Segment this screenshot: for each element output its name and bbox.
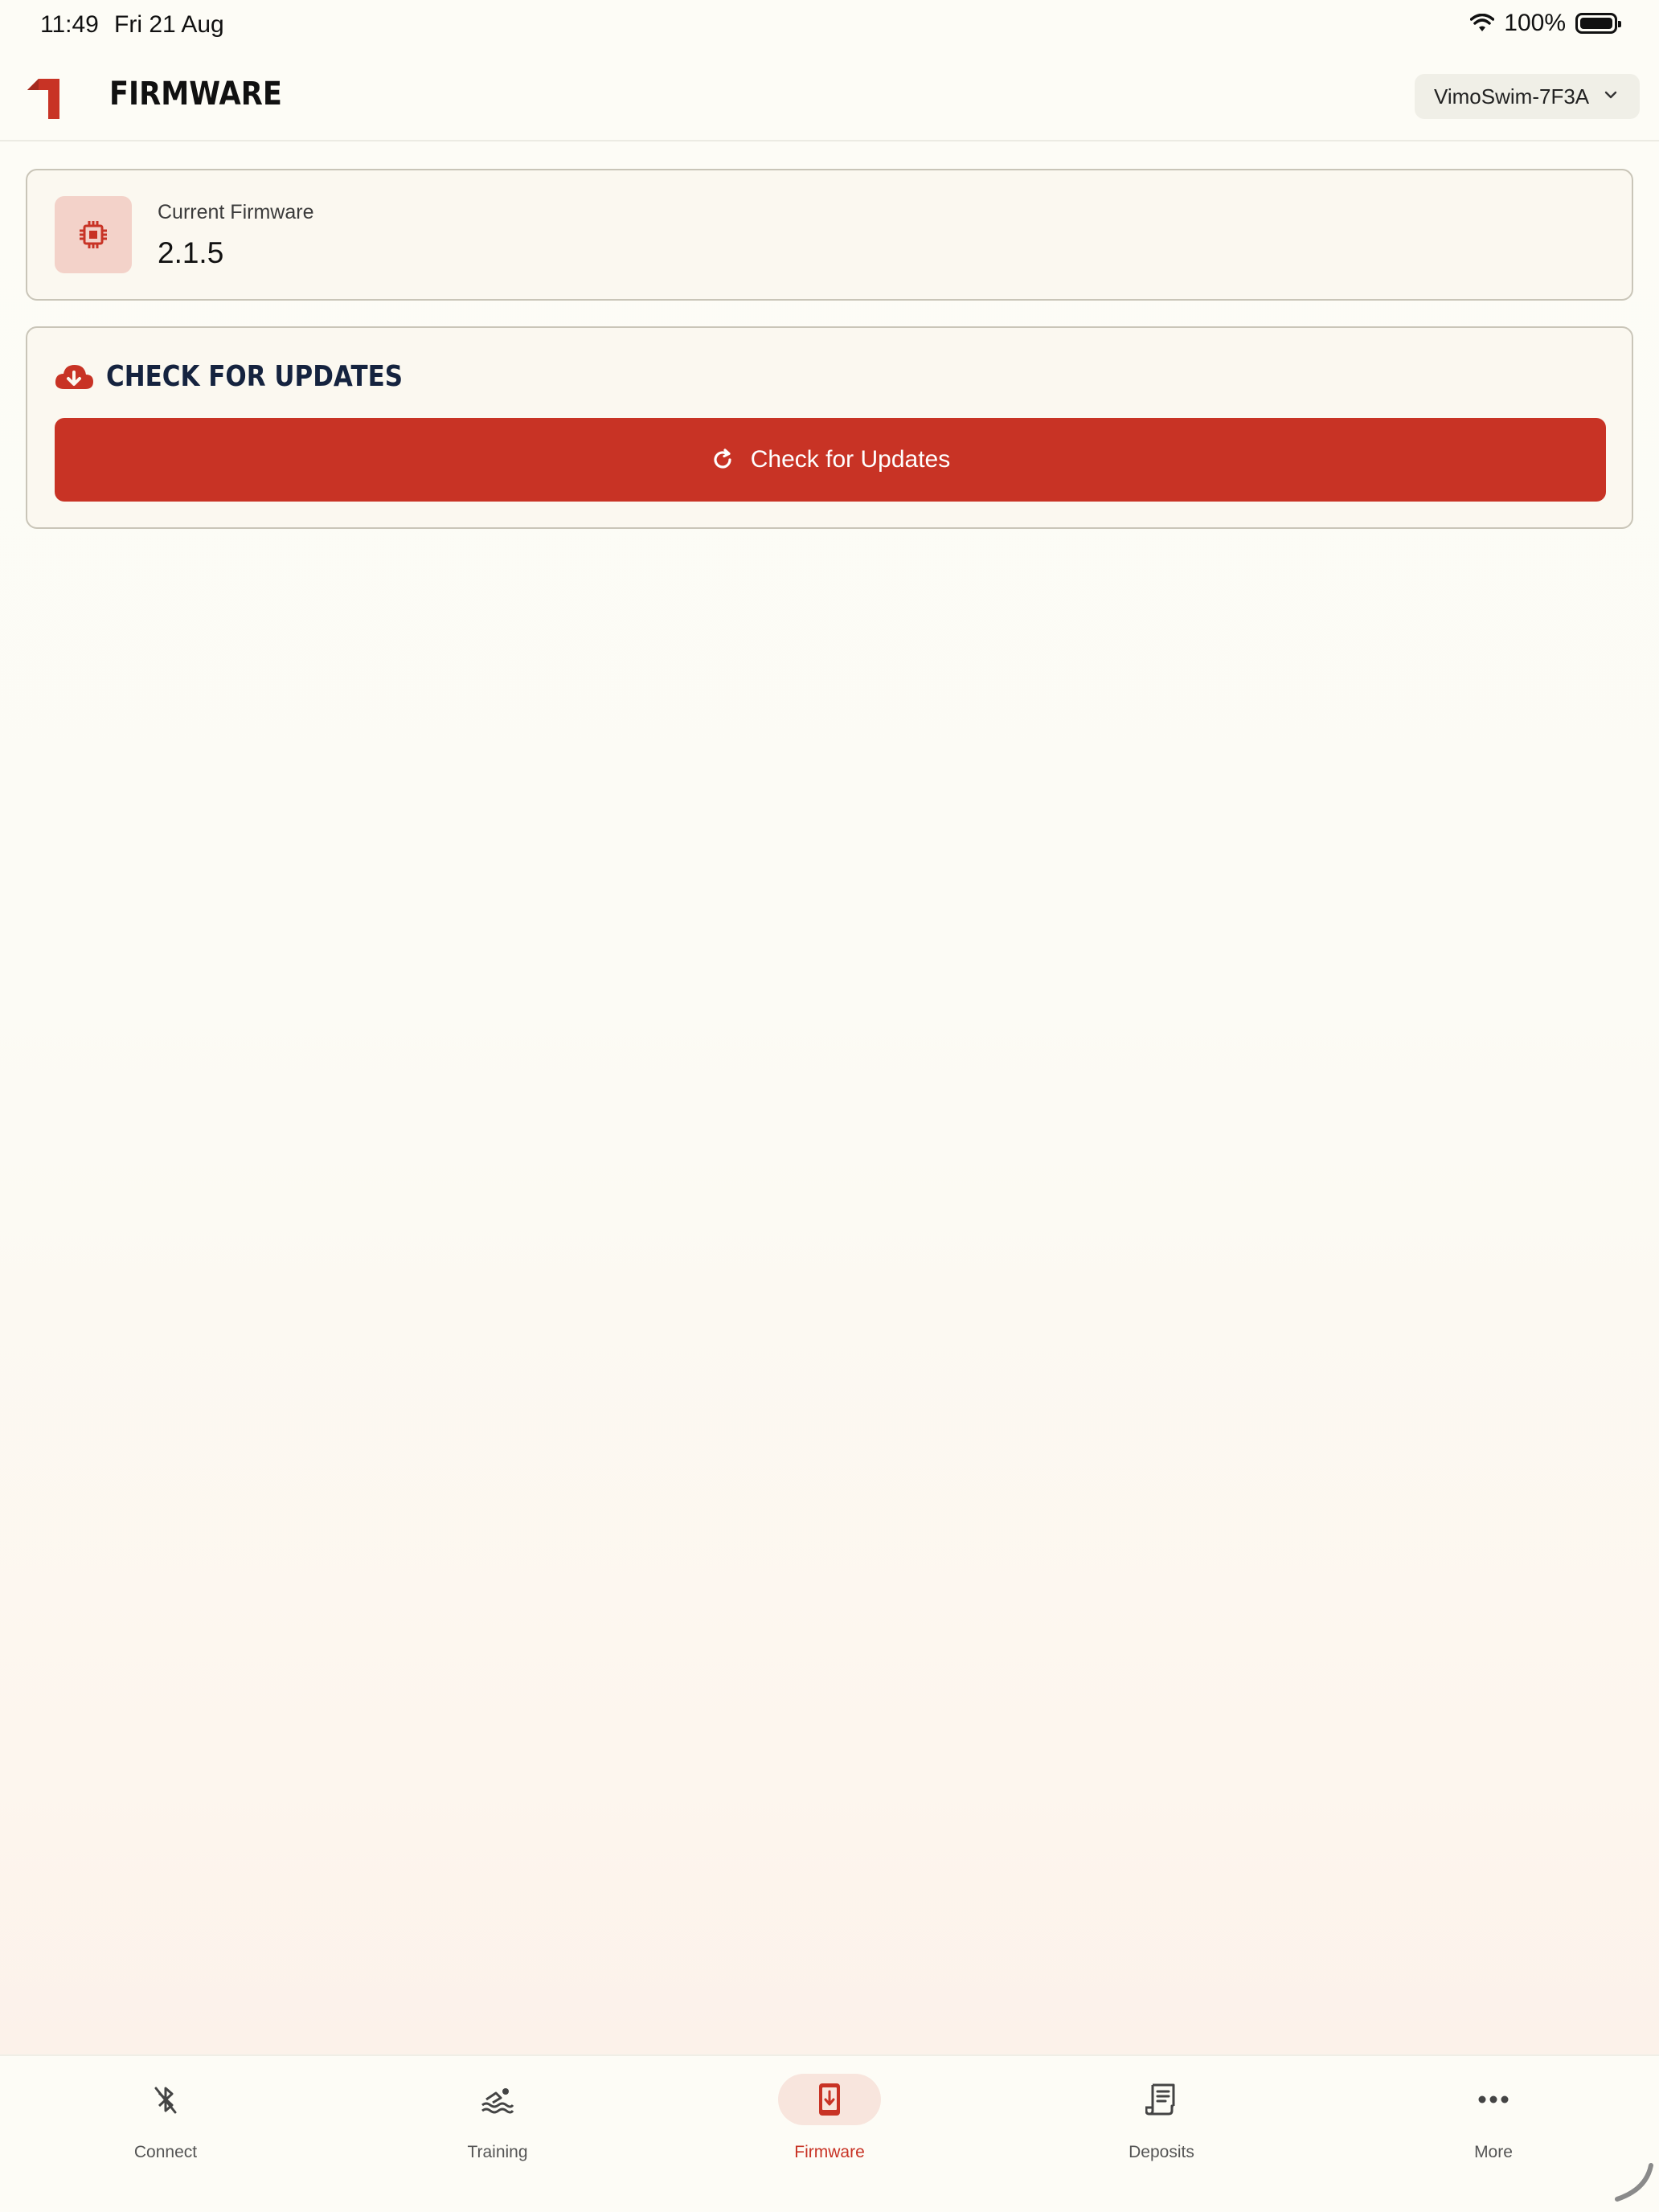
bottom-tab-bar: Connect Training Firmware Deposits More: [0, 2054, 1659, 2212]
tab-connect[interactable]: Connect: [0, 2056, 331, 2177]
bluetooth-off-icon: [154, 2087, 177, 2114]
home-indicator: [1615, 2163, 1653, 2202]
tab-label-deposits: Deposits: [1129, 2143, 1194, 2161]
check-for-updates-button[interactable]: Check for Updates: [55, 418, 1606, 502]
tab-label-training: Training: [467, 2143, 528, 2161]
tab-deposits[interactable]: Deposits: [996, 2056, 1327, 2177]
app-logo-icon: [27, 79, 59, 119]
more-dots-icon: [1478, 2095, 1509, 2103]
current-firmware-card: Current Firmware 2.1.5: [26, 169, 1633, 301]
status-date: Fri 21 Aug: [114, 11, 224, 38]
current-firmware-label: Current Firmware: [158, 201, 314, 223]
check-for-updates-label: Check for Updates: [750, 446, 951, 473]
cloud-download-icon: [55, 365, 93, 389]
tab-more[interactable]: More: [1328, 2056, 1659, 2177]
tab-label-firmware: Firmware: [794, 2143, 865, 2161]
wifi-icon: [1470, 14, 1495, 31]
battery-icon: [1575, 13, 1621, 34]
current-firmware-version: 2.1.5: [158, 236, 224, 269]
device-name: VimoSwim-7F3A: [1434, 84, 1590, 109]
tab-label-connect: Connect: [133, 2143, 198, 2161]
device-selector[interactable]: VimoSwim-7F3A: [1415, 74, 1640, 119]
swimmer-icon: [481, 2088, 514, 2114]
check-updates-title: CHECK FOR UPDATES: [106, 360, 403, 393]
status-bar: 11:49 Fri 21 Aug 100%: [0, 0, 1659, 51]
tab-label-more: More: [1474, 2143, 1513, 2161]
status-indicators: 100%: [1470, 10, 1621, 37]
app-header: FIRMWARE VimoSwim-7F3A: [0, 56, 1659, 141]
refresh-icon: [714, 449, 731, 469]
check-updates-card: CHECK FOR UPDATES Check for Updates: [26, 326, 1633, 529]
device-download-icon: [819, 2083, 840, 2116]
chevron-down-icon: [1604, 91, 1617, 99]
tab-firmware[interactable]: Firmware: [664, 2056, 995, 2177]
status-time: 11:49: [40, 11, 99, 38]
chip-icon: [80, 221, 107, 248]
battery-percent: 100%: [1504, 10, 1566, 36]
chip-icon-box: [55, 196, 132, 273]
tab-training[interactable]: Training: [332, 2056, 663, 2177]
page-title: FIRMWARE: [109, 76, 282, 113]
receipt-icon: [1145, 2083, 1175, 2116]
